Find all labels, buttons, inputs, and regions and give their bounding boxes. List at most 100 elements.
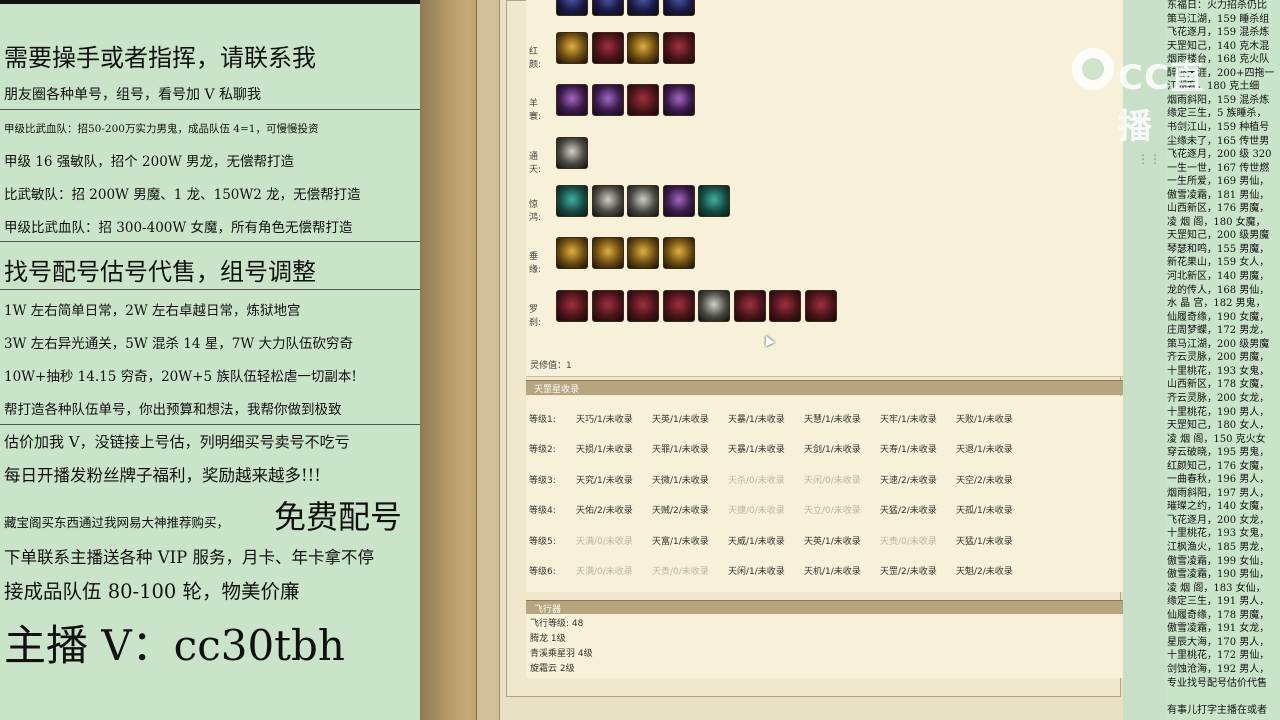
gear-slot-icon[interactable] xyxy=(627,290,659,322)
tianzhao-star-cell[interactable]: 天速/2/未收录 xyxy=(880,473,937,486)
tianzhao-star-cell[interactable]: 天暴/1/未收录 xyxy=(728,442,785,455)
gear-slot-icon[interactable] xyxy=(591,185,624,217)
tianzhao-star-cell[interactable]: 天机/1/未收录 xyxy=(804,564,861,577)
promo-line-c5: 接成品队伍 80-100 轮，物美价廉 xyxy=(4,580,300,603)
tianzhao-row: 等级2: 天损/1/未收录 天罪/1/未收录 天暴/1/未收录 天剑/1/未收录 天寿/1… xyxy=(526,442,1123,458)
promo-divider xyxy=(0,424,420,425)
gear-slot-icon[interactable] xyxy=(556,237,588,269)
tianzhao-level-label: 等级2: xyxy=(529,445,556,456)
flight-line: 旋霜云 2级 xyxy=(530,664,575,674)
gear-slot-icon[interactable] xyxy=(627,0,659,16)
tianzhao-star-cell[interactable]: 天闲/1/未收录 xyxy=(728,564,785,577)
gear-slot-icon[interactable] xyxy=(769,290,801,322)
gear-slot-icon[interactable] xyxy=(591,32,624,64)
gear-slot-icon[interactable] xyxy=(591,290,624,322)
gear-slot-icon[interactable] xyxy=(662,237,695,269)
promo-line-a4: 甲级比武血队：招 300-400W 女魔，所有角色无偿帮打造 xyxy=(4,220,353,236)
tianzhao-star-cell[interactable]: 天孤/1/未收录 xyxy=(956,503,1013,516)
tianzhao-star-cell[interactable]: 天威/1/未收录 xyxy=(728,534,785,547)
tianzhao-star-cell[interactable]: 天剑/1/未收录 xyxy=(804,442,861,455)
tianzhao-level-label: 等级6: xyxy=(529,567,556,577)
tianzhao-star-cell[interactable]: 天微/1/未收录 xyxy=(652,473,709,486)
tianzhao-star-cell[interactable]: 天败/1/未收录 xyxy=(956,412,1013,425)
flight-header: 飞行器 xyxy=(526,600,1123,615)
tianzhao-star-cell[interactable]: 天贼/2/未收录 xyxy=(652,503,709,516)
gear-slot-icon[interactable] xyxy=(556,185,588,217)
flight-line: 青溪乘星羽 4级 xyxy=(530,649,593,659)
gear-slot-icon[interactable] xyxy=(591,237,624,269)
gear-slot-icon[interactable] xyxy=(627,32,659,64)
gear-slot-icon[interactable] xyxy=(556,0,588,16)
drag-handle-icon[interactable]: ⋮⋮ xyxy=(1137,152,1161,166)
promo-line-a2: 甲级 16 强敏队，招个 200W 男龙，无偿帮打造 xyxy=(4,154,294,170)
flight-line: 腾龙 1级 xyxy=(530,634,566,644)
gear-slot-icon[interactable] xyxy=(662,290,695,322)
gear-slot-icon[interactable] xyxy=(627,237,659,269)
gear-slot-icon[interactable] xyxy=(627,84,659,116)
gear-slot-icon[interactable] xyxy=(698,290,730,322)
tianzhao-star-cell[interactable]: 天捷/0/未收录 xyxy=(728,503,785,516)
gear-slot-icon[interactable] xyxy=(556,290,588,322)
tianzhao-star-cell[interactable]: 天立/0/未收录 xyxy=(804,503,861,516)
tianzhao-star-cell[interactable]: 天闲/0/未收录 xyxy=(804,473,861,486)
gear-slot-icon[interactable] xyxy=(698,185,730,217)
tianzhao-star-cell[interactable]: 天退/1/未收录 xyxy=(956,442,1013,455)
tianzhao-star-cell[interactable]: 天英/1/未收录 xyxy=(804,534,861,547)
tianzhao-star-cell[interactable]: 天猛/2/未收录 xyxy=(880,503,937,516)
tianzhao-star-cell[interactable]: 天贵/0/未收录 xyxy=(652,564,709,577)
screen-bezel xyxy=(420,0,500,720)
tianzhao-star-cell[interactable]: 天魁/2/未收录 xyxy=(956,564,1013,577)
tianzhao-title: 天罡星收录 xyxy=(534,385,580,395)
tianzhao-star-cell[interactable]: 天贵/0/未收录 xyxy=(880,534,937,547)
tianzhao-star-cell[interactable]: 天损/1/未收录 xyxy=(576,442,633,455)
tianzhao-header: 天罡星收录 xyxy=(526,380,1123,395)
gear-slot-icon[interactable] xyxy=(556,32,588,64)
tianzhao-star-cell[interactable]: 天富/1/未收录 xyxy=(652,534,709,547)
tianzhao-star-cell[interactable]: 天佑/2/未收录 xyxy=(576,503,633,516)
tianzhao-star-cell[interactable]: 天英/1/未收录 xyxy=(652,412,709,425)
tianzhao-star-cell[interactable]: 天杀/0/未收录 xyxy=(728,473,785,486)
gear-row-label: 惊鸿: xyxy=(529,200,542,223)
gear-slot-icon[interactable] xyxy=(556,137,588,169)
cc-logo-icon xyxy=(1072,48,1114,90)
gear-slot-icon[interactable] xyxy=(662,0,695,16)
tianzhao-row: 等级6: 天满/0/未收录 天贵/0/未收录 天闲/1/未收录 天机/1/未收录 天罡/2… xyxy=(526,564,1123,580)
tianzhao-star-cell[interactable]: 天究/1/未收录 xyxy=(576,473,633,486)
tianzhao-star-cell[interactable]: 天牢/1/未收录 xyxy=(880,412,937,425)
tianzhao-row: 等级3: 天究/1/未收录 天微/1/未收录 天杀/0/未收录 天闲/0/未收录 天速/2… xyxy=(526,473,1123,489)
tianzhao-star-cell[interactable]: 天罡/2/未收录 xyxy=(880,564,937,577)
gear-row-label: 红颜: xyxy=(529,47,542,70)
tianzhao-level-label: 等级4: xyxy=(529,506,556,517)
tianzhao-star-cell[interactable]: 天猛/1/未收录 xyxy=(956,534,1013,547)
promo-line-c1: 估价加我 V，没链接上号估，列明细买号卖号不吃亏 xyxy=(4,433,350,451)
tianzhao-star-cell[interactable]: 天满/0/未收录 xyxy=(576,564,633,577)
promo-heading-service: 找号配号估号代售，组号调整 xyxy=(4,258,316,286)
bezel-inner xyxy=(476,0,499,720)
tianzhao-star-cell[interactable]: 天空/2/未收录 xyxy=(956,473,1013,486)
promo-divider xyxy=(0,241,420,242)
gear-slot-icon[interactable] xyxy=(804,290,837,322)
tianzhao-star-cell[interactable]: 天罪/1/未收录 xyxy=(652,442,709,455)
tianzhao-star-cell[interactable]: 天慧/1/未收录 xyxy=(804,412,861,425)
gear-slot-icon[interactable] xyxy=(591,0,624,16)
gear-slot-icon[interactable] xyxy=(662,84,695,116)
gear-slot-icon[interactable] xyxy=(662,32,695,64)
gear-slot-icon[interactable] xyxy=(662,185,695,217)
promo-divider xyxy=(0,109,420,110)
tianzhao-star-cell[interactable]: 天暴/1/未收录 xyxy=(728,412,785,425)
tianzhao-level-label: 等级1: xyxy=(529,415,556,425)
gear-slot-icon[interactable] xyxy=(591,84,624,116)
tianzhao-star-cell[interactable]: 天巧/1/未收录 xyxy=(576,412,633,425)
roster-entry: 有事儿打字主播在或者 xyxy=(1167,704,1267,716)
promo-free-match: 免费配号 xyxy=(274,498,403,536)
promo-top-bar xyxy=(0,0,420,4)
gear-slot-icon[interactable] xyxy=(627,185,659,217)
cc-live-logo: CC直播 xyxy=(1072,46,1208,147)
gear-slot-icon[interactable] xyxy=(556,84,588,116)
roster-entry: 专业找号配号估价代售 xyxy=(1167,677,1267,689)
tianzhao-star-cell[interactable]: 天寿/1/未收录 xyxy=(880,442,937,455)
gear-panel: 红颜: 羊寰: 通天: 惊鸿: 垂缘: 罗刹: xyxy=(526,0,1123,377)
promo-line-wechat: 朋友圈各种单号，组号，看号加 V 私聊我 xyxy=(4,87,262,103)
gear-slot-icon[interactable] xyxy=(733,290,766,322)
tianzhao-star-cell[interactable]: 天满/0/未收录 xyxy=(576,534,633,547)
